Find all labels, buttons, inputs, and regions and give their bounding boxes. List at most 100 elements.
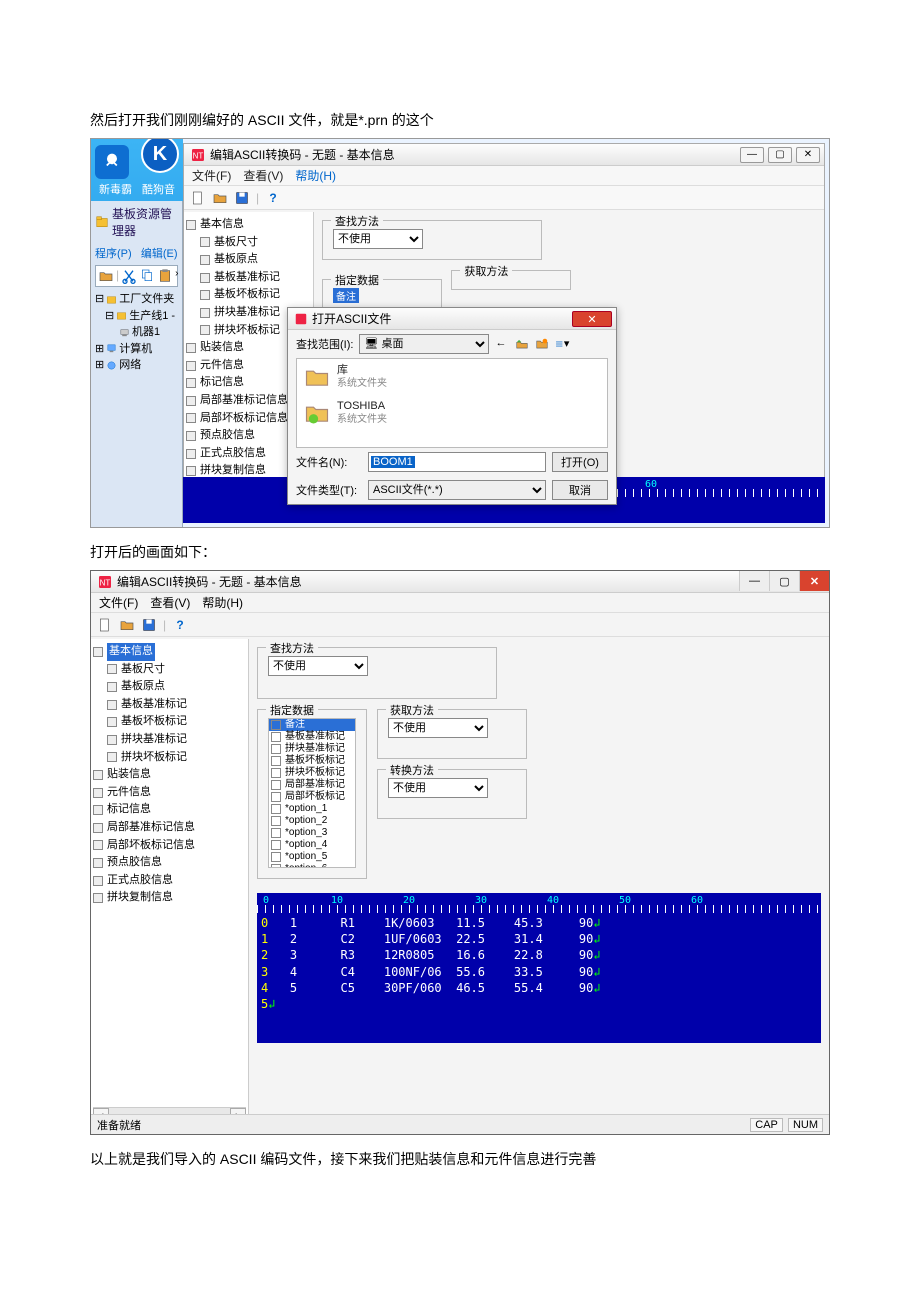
editor-line: 4 5 C5 30PF/060 46.5 55.4 90↲ <box>261 980 817 996</box>
menu-edit[interactable]: 编辑(E) <box>141 248 178 260</box>
svg-text:?: ? <box>176 618 183 632</box>
dialog-close-button[interactable]: ✕ <box>572 311 612 327</box>
window-title: 编辑ASCII转换码 - 无题 - 基本信息 <box>117 573 302 590</box>
category-tree[interactable]: 基本信息 基板尺寸 基板原点 基板基准标记 基板坏板标记 拼块基准标记 拼块坏板… <box>91 639 249 1114</box>
new-icon[interactable] <box>190 190 206 206</box>
data-list-item[interactable]: *option_5 <box>269 851 355 863</box>
editor-line: 5↲ <box>261 996 817 1012</box>
menu-help[interactable]: 帮助(H) <box>295 167 336 184</box>
data-list-item[interactable]: 局部基准标记 <box>269 779 355 791</box>
screenshot-1: K 新毒霸 酷狗音 基板资源管理器 程序(P) 编辑(E) | <box>90 138 830 528</box>
app-icon: NT <box>97 574 113 590</box>
desktop-label-1: 新毒霸 <box>99 181 132 197</box>
caps-indicator: CAP <box>750 1118 783 1132</box>
caption-1: 然后打开我们刚刚编好的 ASCII 文件，就是*.prn 的这个 <box>90 110 830 130</box>
new-icon[interactable] <box>97 617 113 633</box>
find-method-select[interactable]: 不使用 <box>268 656 368 676</box>
data-list-item[interactable]: 拼块坏板标记 <box>269 767 355 779</box>
data-field-list[interactable]: 备注基板基准标记拼块基准标记基板坏板标记拼块坏板标记局部基准标记局部坏板标记*o… <box>268 718 356 868</box>
data-list-item[interactable]: *option_6 <box>269 863 355 868</box>
lookup-range-label: 查找范围(I): <box>296 336 353 352</box>
open-icon[interactable] <box>119 617 135 633</box>
window-title: 编辑ASCII转换码 - 无题 - 基本信息 <box>210 146 395 163</box>
close-button[interactable]: ✕ <box>796 147 820 163</box>
editor-body[interactable]: 0 1 R1 1K/0603 11.5 45.3 90↲1 2 C2 1UF/0… <box>257 913 821 1043</box>
menu-file[interactable]: 文件(F) <box>192 167 231 184</box>
editor-line: 3 4 C4 100NF/06 55.6 33.5 90↲ <box>261 964 817 980</box>
groupbox-get-label: 获取方法 <box>460 263 512 279</box>
file-list[interactable]: 库系统文件夹 TOSHIBA系统文件夹 <box>296 358 608 448</box>
left-toolbar: | › <box>95 265 178 287</box>
board-resource-manager: 基板资源管理器 程序(P) 编辑(E) | › ⊟工厂文件夹 ⊟生产线1 - 机… <box>91 201 183 527</box>
data-list-item[interactable]: *option_3 <box>269 827 355 839</box>
groupbox-find-label: 查找方法 <box>331 213 383 229</box>
data-list-item[interactable]: *option_4 <box>269 839 355 851</box>
minimize-button[interactable]: — <box>740 147 764 163</box>
caption-3: 以上就是我们导入的 ASCII 编码文件，接下来我们把贴装信息和元件信息进行完善 <box>90 1149 830 1169</box>
menu-help[interactable]: 帮助(H) <box>202 594 243 611</box>
editor-line: 2 3 R3 12R0805 16.6 22.8 90↲ <box>261 947 817 963</box>
data-list-item[interactable]: 基板基准标记 <box>269 731 355 743</box>
save-icon[interactable] <box>234 190 250 206</box>
data-list-item[interactable]: 备注 <box>269 719 355 731</box>
minimize-button[interactable]: — <box>739 571 769 591</box>
kugou-icon[interactable]: K <box>141 138 179 173</box>
open-icon[interactable] <box>212 190 228 206</box>
help-icon[interactable]: ? <box>265 190 281 206</box>
filename-label: 文件名(N): <box>296 454 362 470</box>
up-icon[interactable] <box>515 337 529 351</box>
resource-tree: ⊟工厂文件夹 ⊟生产线1 - 机器1 ⊞计算机 ⊞网络 <box>91 289 182 376</box>
screenshot-2: NT 编辑ASCII转换码 - 无题 - 基本信息 — ▢ ✕ 文件(F) 查看… <box>90 570 830 1135</box>
filetype-select[interactable]: ASCII文件(*.*) <box>368 480 546 500</box>
paste-icon[interactable] <box>157 268 173 284</box>
cancel-button[interactable]: 取消 <box>552 480 608 500</box>
close-button[interactable]: ✕ <box>799 571 829 591</box>
groupbox-data-label: 指定数据 <box>331 272 383 288</box>
new-folder-icon[interactable] <box>535 337 549 351</box>
lookup-range-select[interactable]: 🖥 桌面 <box>359 334 489 354</box>
groupbox-find-label: 查找方法 <box>266 640 318 656</box>
get-method-select[interactable]: 不使用 <box>388 718 488 738</box>
editor-line: 1 2 C2 1UF/0603 22.5 31.4 90↲ <box>261 931 817 947</box>
back-icon[interactable]: ← <box>495 337 509 351</box>
cut-icon[interactable] <box>121 268 137 284</box>
svg-text:NT: NT <box>100 578 111 587</box>
convert-method-select[interactable]: 不使用 <box>388 778 488 798</box>
list-item[interactable]: TOSHIBA系统文件夹 <box>297 395 607 431</box>
menu-program[interactable]: 程序(P) <box>95 248 132 260</box>
view-menu-icon[interactable]: ▾ <box>555 337 569 351</box>
help-icon[interactable]: ? <box>172 617 188 633</box>
menu-file[interactable]: 文件(F) <box>99 594 138 611</box>
menu-view[interactable]: 查看(V) <box>243 167 283 184</box>
maximize-button[interactable]: ▢ <box>769 571 799 591</box>
svg-text:?: ? <box>269 191 276 205</box>
board-resource-header: 基板资源管理器 <box>91 201 182 243</box>
groupbox-convert-label: 转换方法 <box>386 762 438 778</box>
open-ascii-file-dialog: 打开ASCII文件 ✕ 查找范围(I): 🖥 桌面 ← ▾ 库系统文件夹 <box>287 307 617 505</box>
caption-2: 打开后的画面如下： <box>90 542 830 562</box>
open-button[interactable]: 打开(O) <box>552 452 608 472</box>
status-text: 准备就绪 <box>97 1117 141 1133</box>
list-item[interactable]: 库系统文件夹 <box>297 359 607 395</box>
filename-input[interactable]: BOOM1 <box>371 456 415 468</box>
data-list-item[interactable]: *option_2 <box>269 815 355 827</box>
dialog-title: 打开ASCII文件 <box>312 310 391 327</box>
svg-text:NT: NT <box>193 151 204 160</box>
desktop-app-icon[interactable] <box>95 145 129 179</box>
menu-view[interactable]: 查看(V) <box>150 594 190 611</box>
editor-ruler: 0 10 20 30 40 50 60 <box>257 893 821 913</box>
dialog-icon <box>294 312 308 326</box>
maximize-button[interactable]: ▢ <box>768 147 792 163</box>
copy-icon[interactable] <box>139 268 155 284</box>
num-indicator: NUM <box>788 1118 823 1132</box>
data-list-item[interactable]: 局部坏板标记 <box>269 791 355 803</box>
open-icon[interactable] <box>98 268 114 284</box>
desktop-label-2: 酷狗音 <box>142 181 175 197</box>
find-method-select[interactable]: 不使用 <box>333 229 423 249</box>
editor-line: 0 1 R1 1K/0603 11.5 45.3 90↲ <box>261 915 817 931</box>
data-list-item[interactable]: 拼块基准标记 <box>269 743 355 755</box>
data-list-item[interactable]: *option_1 <box>269 803 355 815</box>
save-icon[interactable] <box>141 617 157 633</box>
data-list-item[interactable]: 基板坏板标记 <box>269 755 355 767</box>
groupbox-get-label: 获取方法 <box>386 702 438 718</box>
